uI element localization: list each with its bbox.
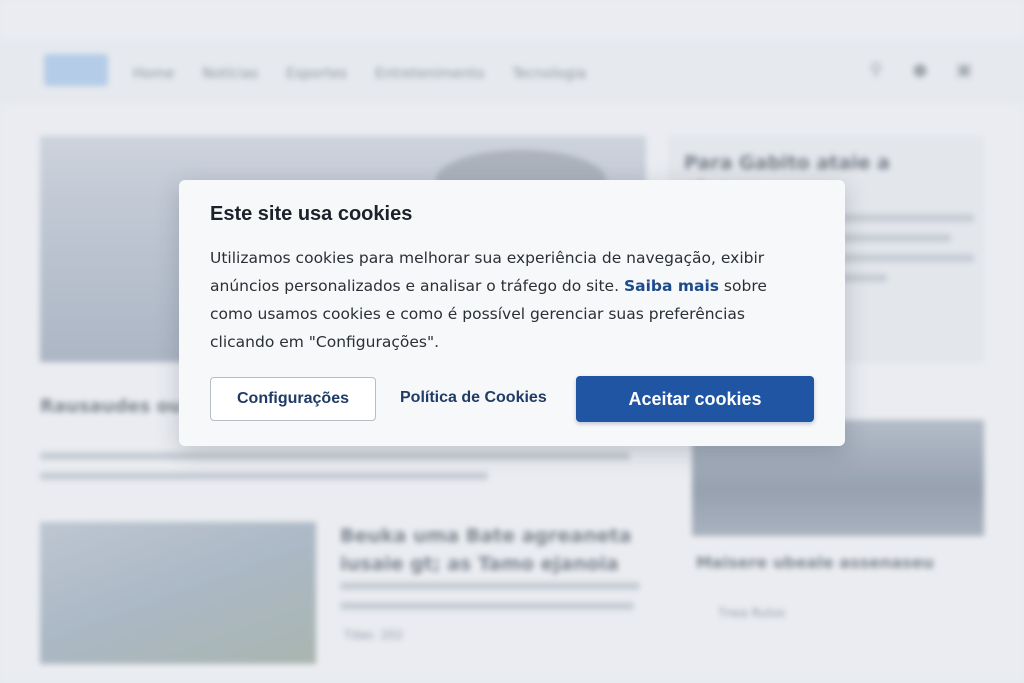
accept-cookies-button[interactable]: Aceitar cookies xyxy=(576,376,814,422)
learn-more-link[interactable]: Saiba mais xyxy=(624,277,719,295)
cookie-consent-dialog: Este site usa cookies Utilizamos cookies… xyxy=(179,180,845,446)
dialog-title: Este site usa cookies xyxy=(210,203,413,225)
dialog-body: Utilizamos cookies para melhorar sua exp… xyxy=(210,244,800,356)
cookie-policy-link[interactable]: Política de Cookies xyxy=(400,389,547,407)
settings-button[interactable]: Configurações xyxy=(210,377,376,421)
